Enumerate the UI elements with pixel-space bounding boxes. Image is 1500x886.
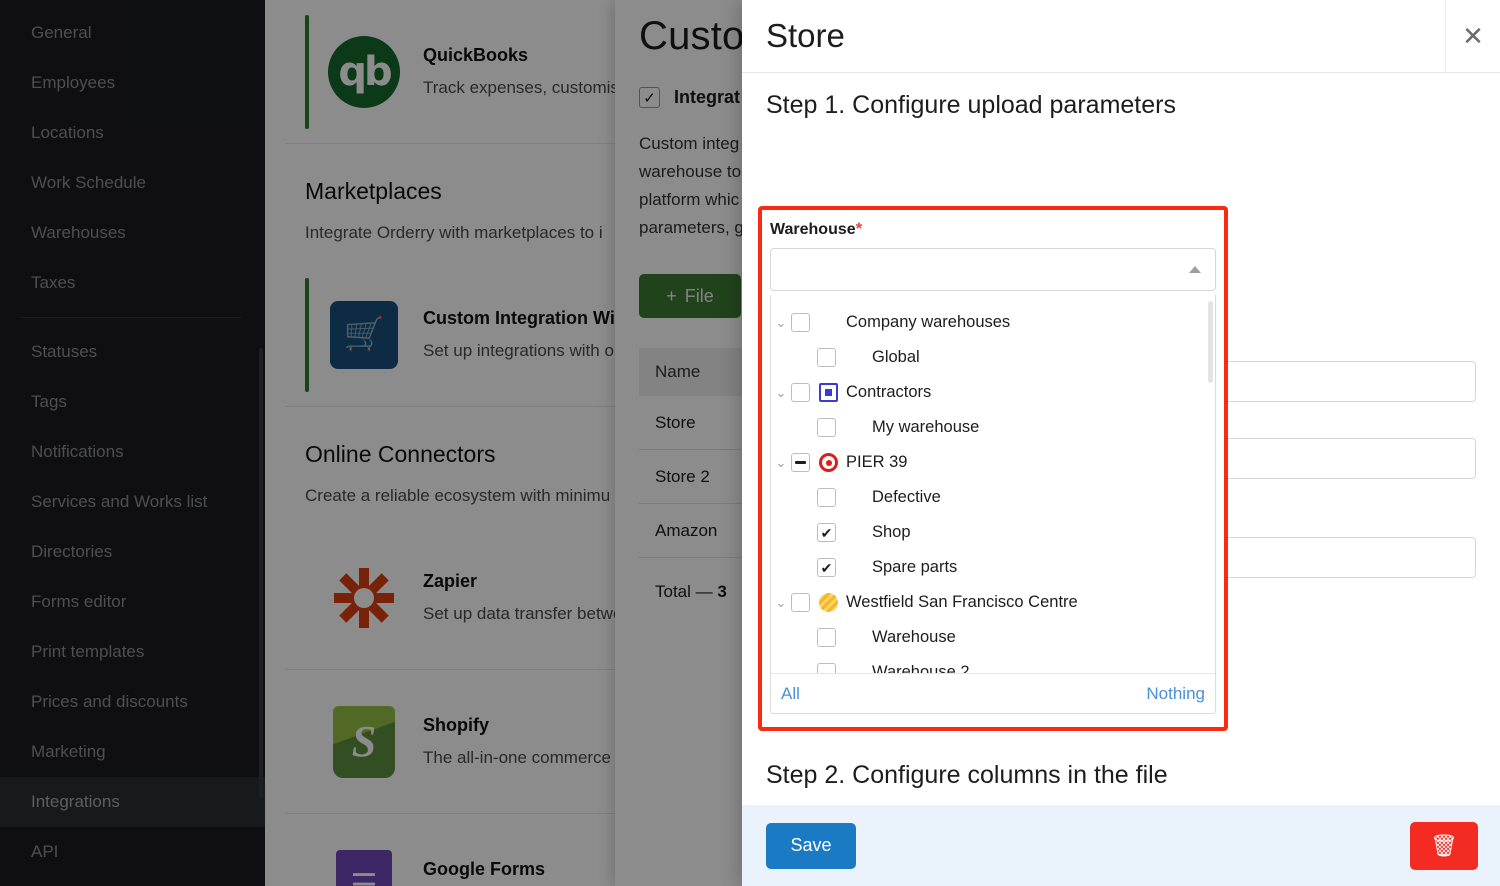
close-icon[interactable]: ✕ xyxy=(1445,0,1500,72)
warehouse-checkbox[interactable] xyxy=(817,488,836,507)
chevron-up-icon[interactable] xyxy=(1189,266,1201,273)
warehouse-checkbox[interactable]: ✔ xyxy=(817,558,836,577)
dropdown-scrollbar[interactable] xyxy=(1208,301,1213,383)
warehouse-item-label: Company warehouses xyxy=(846,313,1011,331)
chevron-down-icon[interactable]: ⌄ xyxy=(771,385,791,401)
panel-header: Store ✕ xyxy=(742,0,1500,73)
select-all-link[interactable]: All xyxy=(781,684,800,704)
chevron-down-icon[interactable]: ⌄ xyxy=(771,315,791,331)
warehouse-tree-item[interactable]: ⌄✔Shop xyxy=(771,515,1215,550)
warehouse-checkbox[interactable] xyxy=(817,418,836,437)
warehouse-checkbox[interactable] xyxy=(791,593,810,612)
warehouse-tree-item[interactable]: ⌄ Westfield San Francisco Centre xyxy=(771,585,1215,620)
required-marker: * xyxy=(855,219,863,238)
warehouse-checkbox[interactable] xyxy=(791,453,810,472)
warehouse-tree-item[interactable]: ⌄Warehouse 2 xyxy=(771,655,1215,674)
store-panel: Store ✕ Step 1. Configure upload paramet… xyxy=(742,0,1500,886)
warehouse-dropdown-list: ⌄Company warehouses⌄Global⌄Contractors⌄M… xyxy=(770,295,1216,714)
dropdown-footer: All Nothing xyxy=(771,673,1215,713)
warehouse-tree-item[interactable]: ⌄ Contractors xyxy=(771,375,1215,410)
warehouse-tree-item[interactable]: ⌄ PIER 39 xyxy=(771,445,1215,480)
chevron-down-icon[interactable]: ⌄ xyxy=(771,455,791,471)
step2-title: Step 2. Configure columns in the file xyxy=(766,761,1168,789)
warehouse-item-label: Defective xyxy=(872,488,941,506)
warehouse-label: Warehouse* xyxy=(770,219,863,238)
panel-body: Step 1. Configure upload parameters Ware… xyxy=(742,73,1500,886)
trash-icon[interactable]: 🗑 xyxy=(1410,821,1478,870)
warehouse-item-label: Spare parts xyxy=(872,558,958,576)
warehouse-item-label: Warehouse xyxy=(872,628,956,646)
chevron-down-icon[interactable]: ⌄ xyxy=(771,595,791,611)
modal-scrim[interactable] xyxy=(0,0,742,886)
warehouse-select-input[interactable] xyxy=(770,248,1216,291)
warehouse-tree-item[interactable]: ⌄Global xyxy=(771,340,1215,375)
warehouse-item-label: Global xyxy=(872,348,920,366)
orange-slash-icon xyxy=(819,593,838,612)
red-target-icon xyxy=(819,453,838,472)
warehouse-item-label: Westfield San Francisco Centre xyxy=(846,593,1078,611)
step1-title: Step 1. Configure upload parameters xyxy=(766,91,1176,119)
save-button[interactable]: Save xyxy=(766,822,856,869)
warehouse-checkbox[interactable] xyxy=(791,383,810,402)
select-nothing-link[interactable]: Nothing xyxy=(1146,684,1205,704)
warehouse-item-label: My warehouse xyxy=(872,418,980,436)
warehouse-tree-item[interactable]: ⌄✔Spare parts xyxy=(771,550,1215,585)
warehouse-checkbox[interactable]: ✔ xyxy=(817,523,836,542)
warehouse-tree-item[interactable]: ⌄Defective xyxy=(771,480,1215,515)
warehouse-checkbox[interactable] xyxy=(817,628,836,647)
panel-footer: Save 🗑 xyxy=(742,805,1500,886)
warehouse-item-label: PIER 39 xyxy=(846,453,908,471)
warehouse-checkbox[interactable] xyxy=(817,348,836,367)
warehouse-tree-item[interactable]: ⌄Warehouse xyxy=(771,620,1215,655)
blue-square-icon xyxy=(819,383,838,402)
warehouse-checkbox[interactable] xyxy=(791,313,810,332)
warehouse-selector-highlight: Warehouse* ⌄Company warehouses⌄Global⌄Co… xyxy=(758,206,1228,731)
warehouse-tree-item[interactable]: ⌄ Company warehouses xyxy=(771,305,1215,340)
warehouse-item-label: Shop xyxy=(872,523,911,541)
panel-title: Store xyxy=(766,17,845,54)
warehouse-item-label: Contractors xyxy=(846,383,932,401)
warehouse-tree-item[interactable]: ⌄My warehouse xyxy=(771,410,1215,445)
